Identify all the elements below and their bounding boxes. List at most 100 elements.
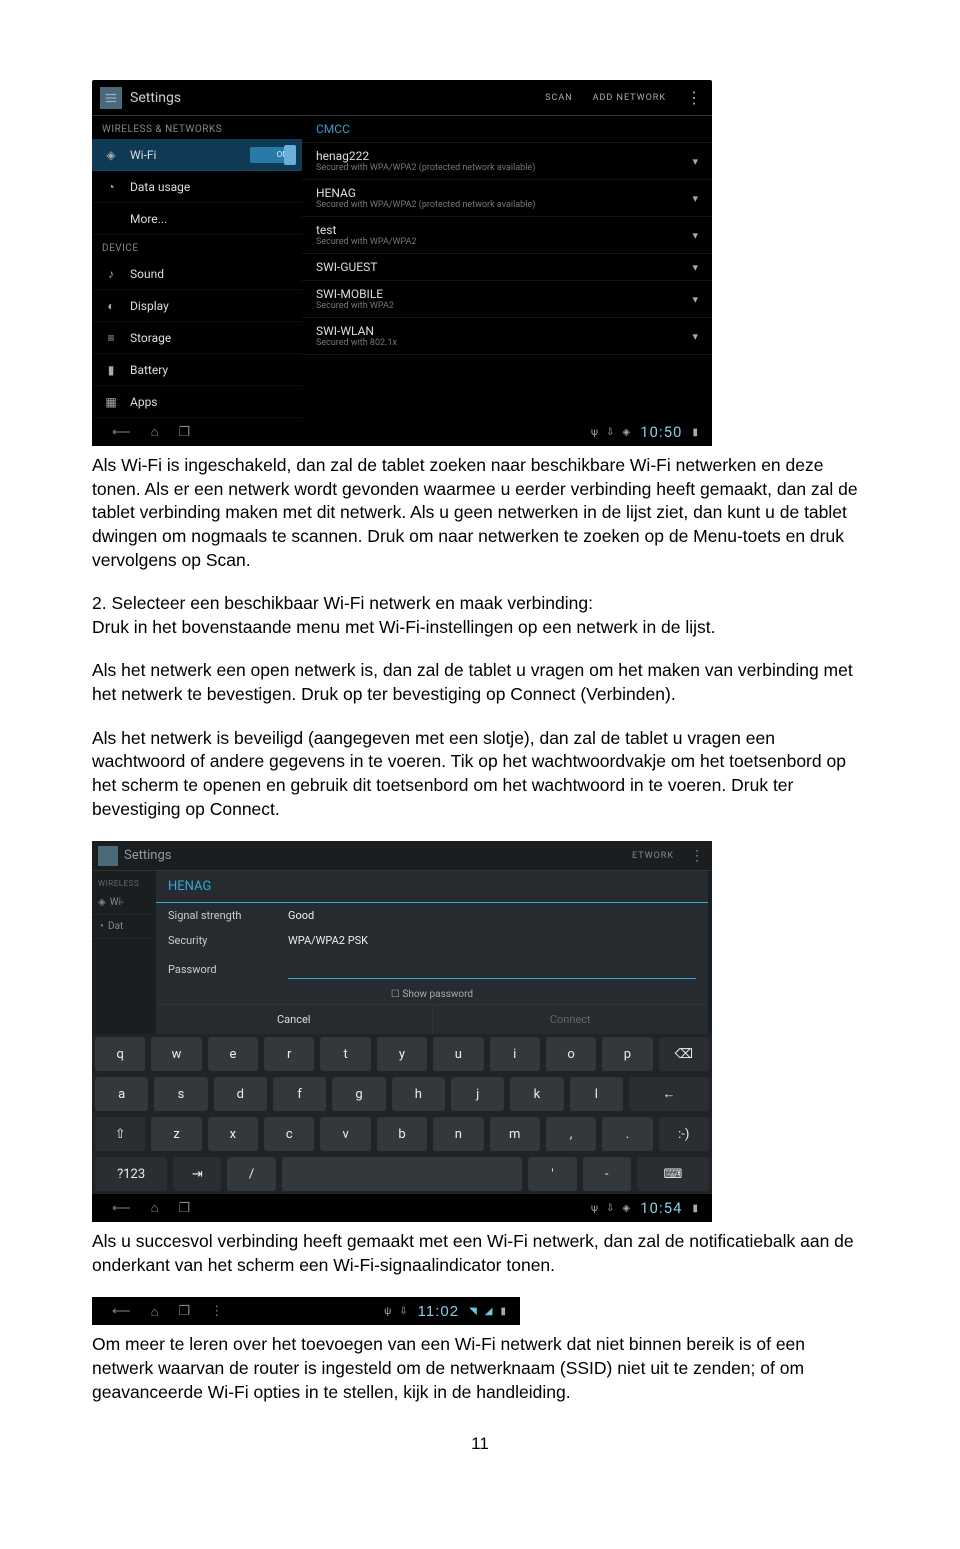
- keyboard-key[interactable]: c: [264, 1117, 314, 1151]
- wifi-signal-icon: ▾: [692, 155, 698, 168]
- back-icon[interactable]: ⟵: [112, 425, 131, 440]
- wifi-signal-icon: ▾: [692, 261, 698, 274]
- document-page: Settings SCAN ADD NETWORK ⋮ WIRELESS & N…: [0, 0, 960, 1494]
- usb-icon: ψ: [591, 1203, 598, 1214]
- keyboard-row: ?123⇥/ '-⌨: [92, 1154, 712, 1194]
- battery-icon: ▮: [102, 363, 120, 377]
- network-item[interactable]: SWI-MOBILESecured with WPA2▾: [302, 281, 712, 318]
- overflow-menu-icon[interactable]: ⋮: [676, 88, 712, 107]
- keyboard-key[interactable]: x: [208, 1117, 258, 1151]
- keyboard-key[interactable]: ?123: [95, 1157, 167, 1191]
- keyboard-key[interactable]: /: [227, 1157, 275, 1191]
- sidebar-item-storage[interactable]: ≡ Storage: [92, 322, 302, 354]
- keyboard-row: ⇧zxcvbnm,.:-): [92, 1114, 712, 1154]
- keyboard-key[interactable]: b: [377, 1117, 427, 1151]
- keyboard-key[interactable]: j: [451, 1077, 504, 1111]
- keyboard-key[interactable]: y: [377, 1037, 427, 1071]
- sidebar-item-data-usage[interactable]: ◔ Data usage: [92, 171, 302, 203]
- keyboard-key[interactable]: ←: [629, 1077, 709, 1111]
- sidebar-item-sound[interactable]: ♪ Sound: [92, 258, 302, 290]
- keyboard-key[interactable]: p: [602, 1037, 652, 1071]
- keyboard-key[interactable]: d: [214, 1077, 267, 1111]
- back-icon[interactable]: ⟵: [112, 1303, 131, 1319]
- sidebar-item-wifi[interactable]: ◈ Wi-Fi ON: [92, 139, 302, 171]
- network-item[interactable]: CMCC: [302, 116, 712, 143]
- network-item[interactable]: henag222Secured with WPA/WPA2 (protected…: [302, 143, 712, 180]
- wifi-toggle[interactable]: ON: [250, 147, 292, 163]
- signal-strength-label: Signal strength: [168, 909, 288, 922]
- show-password-checkbox[interactable]: ☐ Show password: [156, 985, 708, 1004]
- keyboard-key[interactable]: u: [433, 1037, 483, 1071]
- network-item[interactable]: testSecured with WPA/WPA2▾: [302, 217, 712, 254]
- apps-icon: ▦: [102, 395, 120, 409]
- sidebar-item-label: Sound: [130, 267, 164, 281]
- back-icon[interactable]: ⟵: [112, 1201, 131, 1216]
- home-icon[interactable]: ⌂: [151, 1200, 159, 1216]
- storage-icon: ≡: [102, 331, 120, 345]
- overflow-menu-icon[interactable]: ⋮: [210, 1303, 223, 1319]
- home-icon[interactable]: ⌂: [151, 1304, 159, 1319]
- settings-screenshot: Settings SCAN ADD NETWORK ⋮ WIRELESS & N…: [92, 80, 712, 446]
- recent-icon[interactable]: ❐: [179, 1303, 191, 1319]
- recent-icon[interactable]: ❐: [179, 1201, 191, 1216]
- network-item[interactable]: SWI-WLANSecured with 802.1x▾: [302, 318, 712, 355]
- keyboard-key[interactable]: ⇥: [173, 1157, 221, 1191]
- keyboard-key[interactable]: .: [602, 1117, 652, 1151]
- keyboard-key[interactable]: f: [273, 1077, 326, 1111]
- keyboard-key[interactable]: ⌫: [659, 1037, 709, 1071]
- keyboard-key[interactable]: s: [154, 1077, 207, 1111]
- connect-button[interactable]: Connect: [433, 1005, 709, 1034]
- app-title: Settings: [124, 848, 624, 863]
- sidebar-item-label: More...: [130, 212, 167, 226]
- keyboard-key[interactable]: w: [151, 1037, 201, 1071]
- keyboard-key[interactable]: g: [332, 1077, 385, 1111]
- cell-signal-icon: ◢: [485, 1306, 493, 1317]
- keyboard-key[interactable]: ': [528, 1157, 576, 1191]
- app-title: Settings: [130, 90, 535, 106]
- keyboard-key[interactable]: e: [208, 1037, 258, 1071]
- add-network-button[interactable]: ETWORK: [624, 851, 682, 861]
- keyboard-key[interactable]: ,: [546, 1117, 596, 1151]
- home-icon[interactable]: ⌂: [151, 424, 159, 440]
- keyboard-key[interactable]: ⌨: [637, 1157, 709, 1191]
- sidebar-item-more[interactable]: More...: [92, 203, 302, 235]
- keyboard-key[interactable]: i: [490, 1037, 540, 1071]
- overflow-menu-icon[interactable]: ⋮: [682, 848, 712, 864]
- clock: 10:50: [640, 423, 682, 441]
- keyboard-key[interactable]: -: [583, 1157, 631, 1191]
- paragraph: Als u succesvol verbinding heeft gemaakt…: [92, 1230, 868, 1277]
- password-input[interactable]: [288, 959, 696, 979]
- cancel-button[interactable]: Cancel: [156, 1005, 433, 1034]
- sound-icon: ♪: [102, 267, 120, 281]
- keyboard-key[interactable]: ⇧: [95, 1117, 145, 1151]
- keyboard-key[interactable]: a: [95, 1077, 148, 1111]
- data-usage-icon: ◔: [102, 180, 120, 194]
- network-item[interactable]: HENAGSecured with WPA/WPA2 (protected ne…: [302, 180, 712, 217]
- keyboard-row: asdfghjkl←: [92, 1074, 712, 1114]
- download-icon: ⇩: [606, 427, 614, 438]
- keyboard-key[interactable]: h: [392, 1077, 445, 1111]
- keyboard-key[interactable]: m: [490, 1117, 540, 1151]
- keyboard-key[interactable]: t: [320, 1037, 370, 1071]
- add-network-button[interactable]: ADD NETWORK: [583, 93, 676, 103]
- keyboard-key[interactable]: r: [264, 1037, 314, 1071]
- sidebar-item-display[interactable]: ◐ Display: [92, 290, 302, 322]
- sidebar-item-apps[interactable]: ▦ Apps: [92, 386, 302, 418]
- wifi-signal-icon: ▾: [692, 293, 698, 306]
- keyboard-key[interactable]: z: [151, 1117, 201, 1151]
- keyboard-key[interactable]: k: [510, 1077, 563, 1111]
- scan-button[interactable]: SCAN: [535, 93, 583, 103]
- sidebar-item-battery[interactable]: ▮ Battery: [92, 354, 302, 386]
- keyboard-key[interactable]: o: [546, 1037, 596, 1071]
- keyboard-key[interactable]: q: [95, 1037, 145, 1071]
- recent-icon[interactable]: ❐: [179, 425, 191, 440]
- titlebar: Settings ETWORK ⋮: [92, 841, 712, 871]
- keyboard-key[interactable]: l: [570, 1077, 623, 1111]
- network-item[interactable]: SWI-GUEST▾: [302, 254, 712, 281]
- keyboard-key[interactable]: [282, 1157, 523, 1191]
- connect-dialog: HENAG Signal strengthGood SecurityWPA/WP…: [156, 871, 708, 1034]
- signal-strength-value: Good: [288, 909, 314, 922]
- keyboard-key[interactable]: :-): [659, 1117, 709, 1151]
- keyboard-key[interactable]: v: [320, 1117, 370, 1151]
- keyboard-key[interactable]: n: [433, 1117, 483, 1151]
